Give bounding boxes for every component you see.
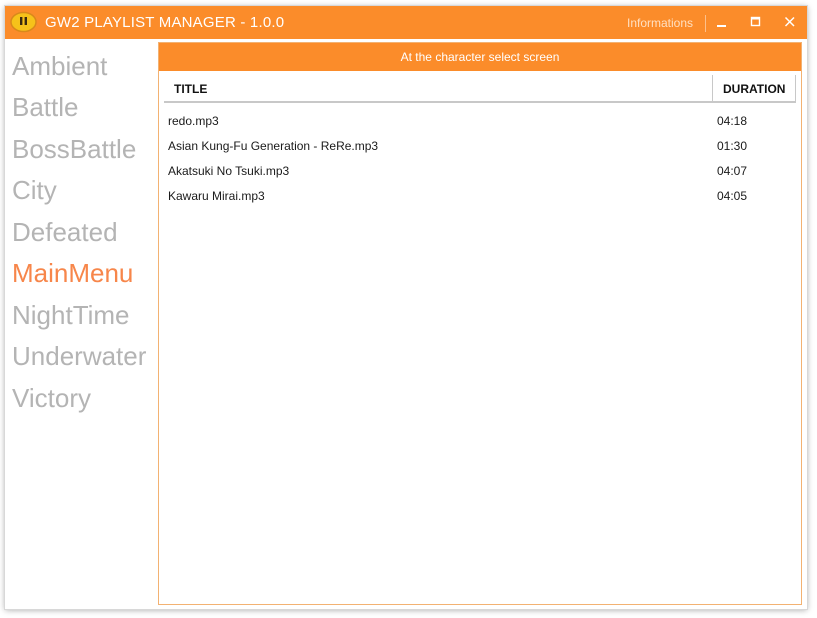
table-row[interactable]: redo.mp3 04:18 — [164, 109, 796, 134]
gw2-logo-icon — [10, 11, 37, 33]
sidebar-item-city[interactable]: City — [12, 175, 57, 205]
column-divider[interactable] — [712, 75, 713, 101]
title-separator — [705, 15, 706, 32]
sidebar-item-victory[interactable]: Victory — [12, 383, 91, 413]
app-window: GW2 PLAYLIST MANAGER - 1.0.0 Information… — [5, 6, 807, 609]
table-row[interactable]: Kawaru Mirai.mp3 04:05 — [164, 184, 796, 209]
sidebar-item-defeated[interactable]: Defeated — [12, 217, 118, 247]
close-button[interactable] — [775, 6, 805, 39]
sidebar-item-nighttime[interactable]: NightTime — [12, 300, 130, 330]
maximize-icon — [750, 16, 761, 27]
sidebar-item-mainmenu[interactable]: MainMenu — [12, 258, 133, 288]
app-title: GW2 PLAYLIST MANAGER - 1.0.0 — [45, 14, 285, 31]
sidebar-item-battle[interactable]: Battle — [12, 92, 79, 122]
minimize-button[interactable] — [707, 6, 737, 39]
sidebar-item-ambient[interactable]: Ambient — [12, 51, 107, 81]
column-header-title[interactable]: TITLE — [174, 82, 207, 96]
track-duration: 04:18 — [717, 114, 748, 128]
track-duration: 01:30 — [717, 139, 748, 153]
column-divider[interactable] — [795, 75, 796, 101]
track-title: Asian Kung-Fu Generation - ReRe.mp3 — [168, 139, 379, 153]
title-bar[interactable]: GW2 PLAYLIST MANAGER - 1.0.0 Information… — [5, 6, 807, 39]
informations-link[interactable]: Informations — [627, 16, 693, 30]
sidebar-item-underwater[interactable]: Underwater — [12, 341, 146, 371]
track-title: Kawaru Mirai.mp3 — [168, 189, 265, 203]
track-title: Akatsuki No Tsuki.mp3 — [168, 164, 290, 178]
table-row[interactable]: Akatsuki No Tsuki.mp3 04:07 — [164, 159, 796, 184]
maximize-button[interactable] — [741, 6, 771, 39]
minimize-icon — [717, 25, 726, 27]
playlist-sidebar: Ambient Battle BossBattle City Defeated … — [5, 39, 157, 609]
table-row[interactable]: Asian Kung-Fu Generation - ReRe.mp3 01:3… — [164, 134, 796, 159]
track-duration: 04:07 — [717, 164, 748, 178]
playlist-panel: At the character select screen TITLE DUR… — [158, 42, 802, 605]
close-icon — [784, 16, 795, 27]
panel-header: At the character select screen — [159, 43, 801, 71]
track-duration: 04:05 — [717, 189, 748, 203]
table-header: TITLE DURATION — [164, 75, 796, 103]
sidebar-item-bossbattle[interactable]: BossBattle — [12, 134, 136, 164]
column-header-duration[interactable]: DURATION — [723, 82, 785, 96]
track-title: redo.mp3 — [168, 114, 219, 128]
